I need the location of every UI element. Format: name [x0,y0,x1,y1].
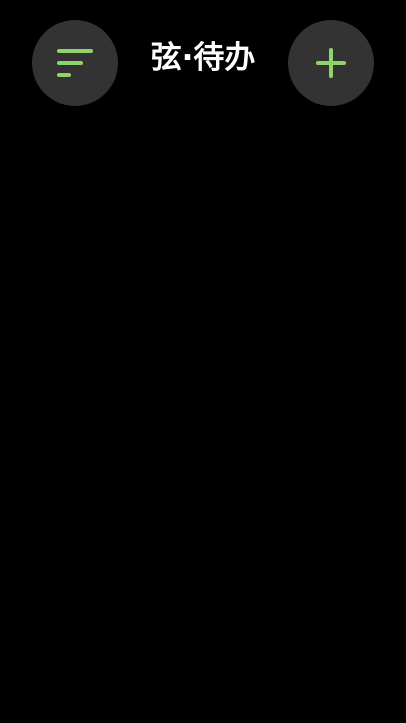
app-screen: 弦·待办 [0,0,406,723]
app-header: 弦·待办 [0,0,406,130]
todo-list [0,130,406,723]
add-todo-button[interactable] [288,20,374,106]
page-title: 弦·待办 [150,40,256,76]
plus-icon [314,46,348,80]
filter-button[interactable] [32,20,118,106]
filter-sort-icon [55,46,95,80]
